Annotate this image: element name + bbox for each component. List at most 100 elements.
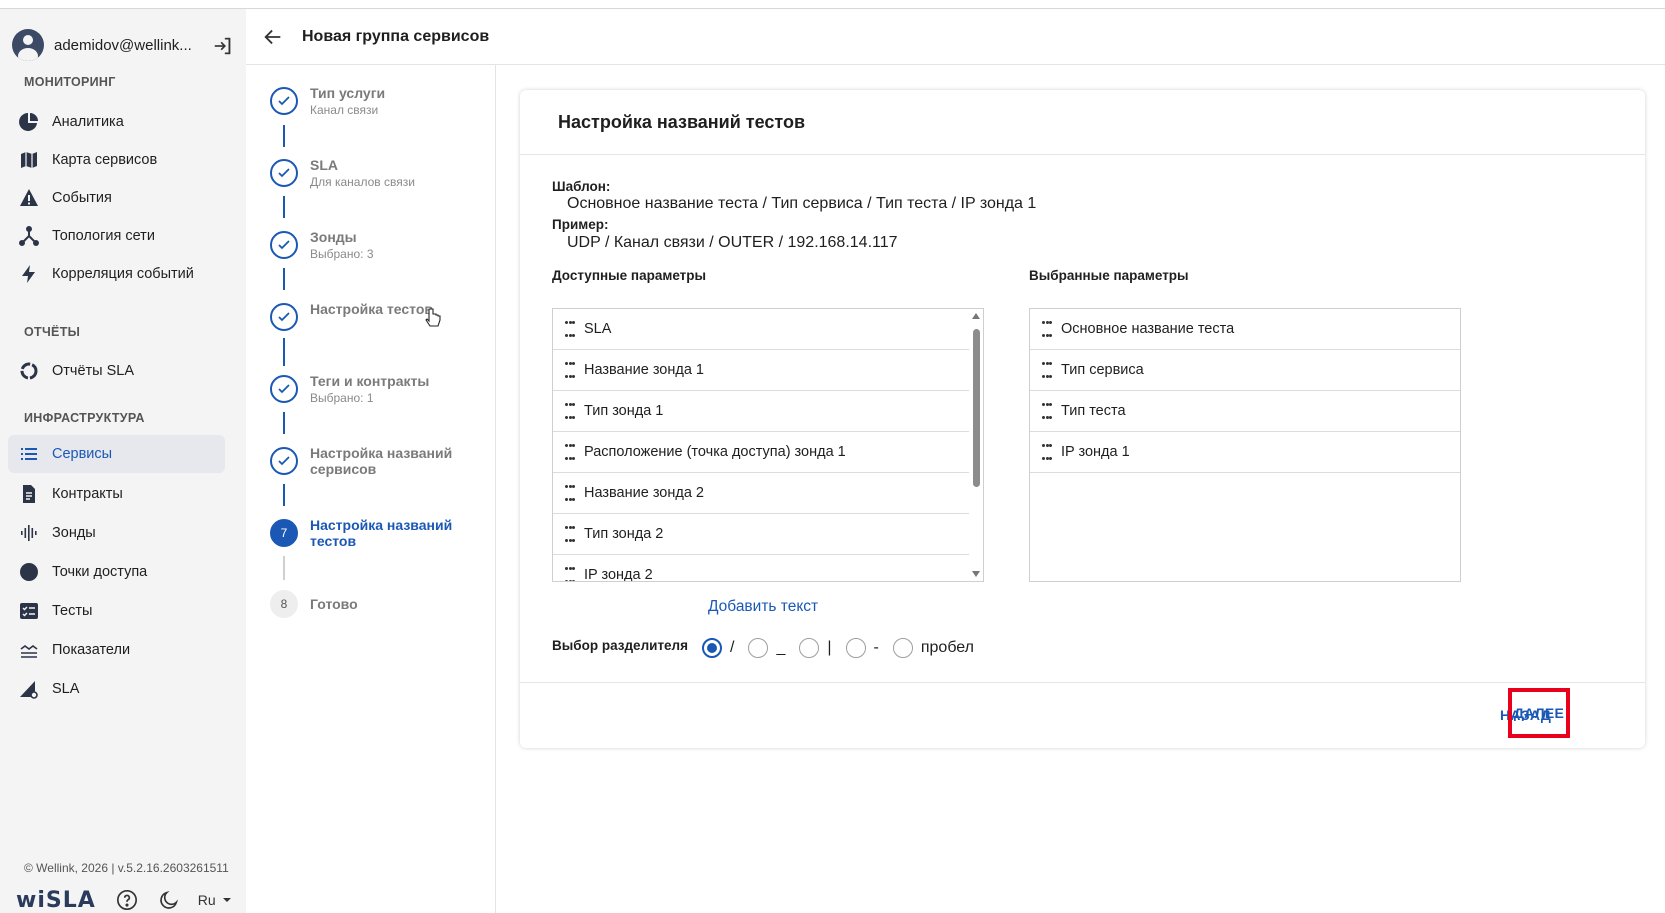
- logo: wiSLA: [16, 887, 96, 913]
- step-title: Готово: [310, 596, 358, 612]
- check-icon: [270, 303, 298, 331]
- available-params-list[interactable]: SLA Название зонда 1 Тип зонда 1 Располо…: [552, 308, 984, 582]
- list-item-label: Название зонда 1: [584, 362, 705, 378]
- list-icon: [18, 443, 40, 465]
- sidebar-item-tests[interactable]: Тесты: [8, 592, 225, 630]
- sidebar-item-sla[interactable]: SLA: [8, 670, 225, 708]
- drag-handle-icon[interactable]: [565, 403, 575, 419]
- sidebar-item-label: Тесты: [52, 603, 93, 619]
- separator-option-underscore[interactable]: _: [748, 638, 785, 658]
- sidebar-item-contracts[interactable]: Контракты: [8, 475, 225, 513]
- add-text-link[interactable]: Добавить текст: [708, 598, 818, 616]
- separator-option-space[interactable]: пробел: [892, 638, 975, 658]
- language-select[interactable]: Ru: [198, 892, 234, 908]
- radio-checked-icon[interactable]: [702, 638, 723, 658]
- drag-handle-icon[interactable]: [1042, 362, 1052, 378]
- example-label: Пример:: [552, 217, 609, 232]
- page-header: Новая группа сервисов: [246, 9, 1665, 65]
- radio-label: пробел: [920, 639, 975, 656]
- lightning-icon: [18, 263, 40, 285]
- test-names-card: Настройка названий тестов Шаблон: Основн…: [520, 90, 1645, 748]
- radio-icon[interactable]: [892, 638, 913, 658]
- step-connector: [283, 338, 285, 366]
- document-icon: [18, 483, 40, 505]
- sidebar-item-metrics[interactable]: Показатели: [8, 631, 225, 669]
- sidebar-item-label: Показатели: [52, 642, 131, 658]
- available-params-label: Доступные параметры: [552, 268, 707, 283]
- user-row[interactable]: ademidov@wellink...: [12, 23, 236, 67]
- drag-handle-icon[interactable]: [565, 485, 575, 501]
- step-connector: [283, 484, 285, 506]
- sidebar-item-correlation[interactable]: Корреляция событий: [8, 255, 225, 293]
- sidebar-item-service-map[interactable]: Карта сервисов: [8, 141, 225, 179]
- warning-icon: [18, 187, 40, 209]
- map-icon: [18, 149, 40, 171]
- back-arrow-icon[interactable]: [262, 26, 284, 48]
- list-item[interactable]: Расположение (точка доступа) зонда 1: [553, 432, 971, 473]
- separator-label: Выбор разделителя: [552, 637, 689, 653]
- sla-gear-icon: [18, 678, 40, 700]
- drag-handle-icon[interactable]: [565, 321, 575, 337]
- radio-icon[interactable]: [748, 638, 769, 658]
- check-icon: [270, 159, 298, 187]
- next-button[interactable]: ДАЛЕЕ: [1508, 688, 1570, 738]
- dark-mode-icon[interactable]: [158, 889, 180, 911]
- copyright: © Wellink, 2026 | v.5.2.16.2603261511: [24, 861, 229, 875]
- list-item[interactable]: Название зонда 1: [553, 350, 971, 391]
- separator-option-slash[interactable]: /: [702, 638, 734, 658]
- sidebar-item-sla-reports[interactable]: Отчёты SLA: [8, 352, 225, 390]
- list-item[interactable]: Тип зонда 1: [553, 391, 971, 432]
- check-icon: [270, 375, 298, 403]
- list-item[interactable]: Тип сервиса: [1030, 350, 1460, 391]
- drag-handle-icon[interactable]: [1042, 444, 1052, 460]
- metrics-icon: [18, 639, 40, 661]
- topology-icon: [18, 225, 40, 247]
- step-title-line2: сервисов: [310, 461, 377, 477]
- sidebar-item-topology[interactable]: Топология сети: [8, 217, 225, 255]
- pie-chart-icon: [18, 111, 40, 133]
- radio-icon[interactable]: [799, 638, 820, 658]
- step-connector: [283, 556, 285, 580]
- drag-handle-icon[interactable]: [565, 526, 575, 542]
- sidebar-item-access-points[interactable]: Точки доступа: [8, 553, 225, 591]
- drag-handle-icon[interactable]: [1042, 321, 1052, 337]
- separator-option-pipe[interactable]: |: [799, 638, 832, 658]
- help-icon[interactable]: [116, 889, 138, 911]
- sidebar-item-label: События: [52, 190, 112, 206]
- step-number-badge: 7: [270, 519, 298, 547]
- sidebar-item-label: Сервисы: [52, 446, 113, 462]
- section-monitoring: МОНИТОРИНГ: [24, 75, 116, 89]
- list-item[interactable]: Название зонда 2: [553, 473, 971, 514]
- sidebar-item-events[interactable]: События: [8, 179, 225, 217]
- sidebar-item-label: Отчёты SLA: [52, 363, 135, 379]
- scroll-down-icon[interactable]: [972, 571, 980, 577]
- list-item[interactable]: IP зонда 2: [553, 555, 971, 581]
- list-item-label: Название зонда 2: [584, 485, 705, 501]
- sidebar-item-probes[interactable]: Зонды: [8, 514, 225, 552]
- list-item[interactable]: IP зонда 1: [1030, 432, 1460, 473]
- separator-option-dash[interactable]: -: [845, 638, 879, 658]
- divider: [520, 682, 1645, 683]
- radio-icon[interactable]: [845, 638, 866, 658]
- sidebar-item-services[interactable]: Сервисы: [8, 435, 225, 473]
- scroll-up-icon[interactable]: [972, 313, 980, 319]
- list-item[interactable]: Тип теста: [1030, 391, 1460, 432]
- drag-handle-icon[interactable]: [565, 567, 575, 581]
- section-infrastructure: ИНФРАСТРУКТУРА: [24, 411, 145, 425]
- selected-params-list[interactable]: Основное название теста Тип сервиса Тип …: [1029, 308, 1461, 582]
- list-item-label: Расположение (точка доступа) зонда 1: [584, 444, 846, 460]
- list-item-label: Тип зонда 2: [584, 526, 664, 542]
- scrollbar[interactable]: [969, 309, 983, 581]
- sidebar-item-analytics[interactable]: Аналитика: [8, 103, 225, 141]
- drag-handle-icon[interactable]: [1042, 403, 1052, 419]
- list-item[interactable]: Основное название теста: [1030, 309, 1460, 350]
- list-item-label: Тип сервиса: [1061, 362, 1144, 378]
- drag-handle-icon[interactable]: [565, 362, 575, 378]
- list-item[interactable]: Тип зонда 2: [553, 514, 971, 555]
- list-item-label: IP зонда 1: [1061, 444, 1130, 460]
- scrollbar-thumb[interactable]: [973, 329, 980, 487]
- list-item[interactable]: SLA: [553, 309, 971, 350]
- step-subtitle: Для каналов связи: [310, 175, 415, 189]
- drag-handle-icon[interactable]: [565, 444, 575, 460]
- logout-icon[interactable]: [212, 35, 234, 57]
